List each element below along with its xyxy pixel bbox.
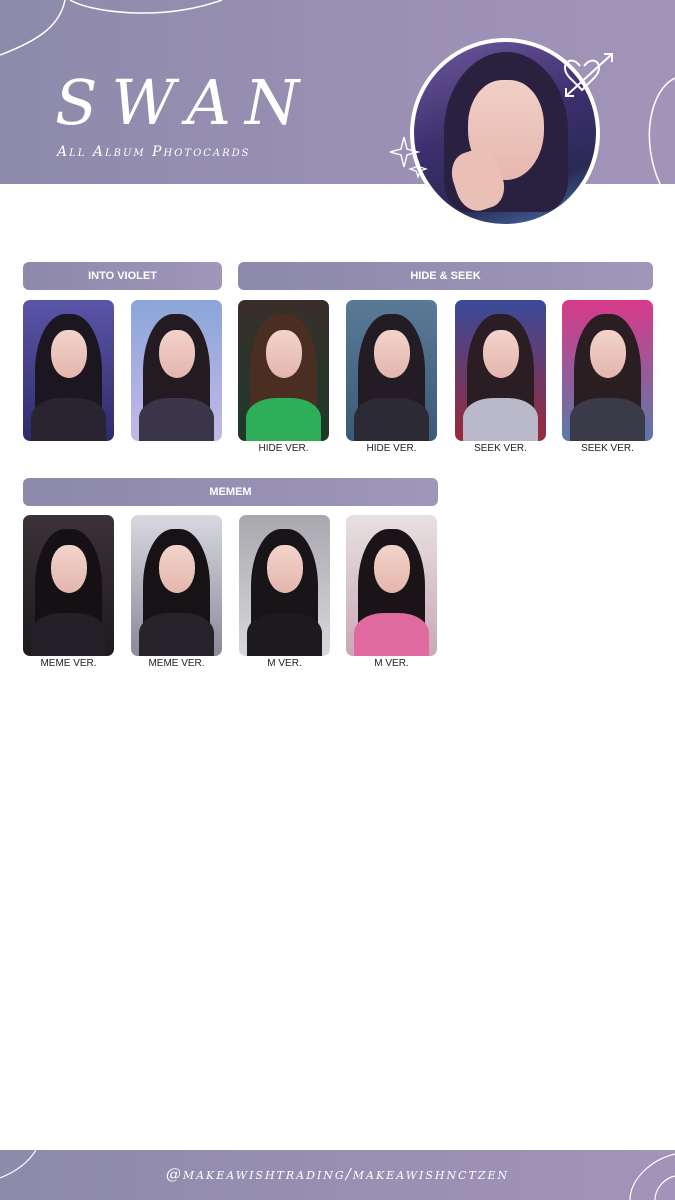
photocard <box>346 515 437 656</box>
photocard-caption: MEME VER. <box>148 658 205 669</box>
photocard-caption: MEME VER. <box>40 658 97 669</box>
photocard-caption: HIDE VER. <box>258 443 309 454</box>
photocard <box>562 300 653 441</box>
section-hide-seek: HIDE & SEEK <box>238 262 653 290</box>
page-subtitle: All Album Photocards <box>57 144 251 160</box>
section-into-violet: INTO VIOLET <box>23 262 222 290</box>
heart-arrow-icon <box>564 53 613 97</box>
sparkle-icon <box>390 136 428 179</box>
photocard-caption: M VER. <box>267 658 302 669</box>
photocard-caption: M VER. <box>374 658 409 669</box>
section-memem: MEMEM <box>23 478 438 506</box>
photocard <box>239 515 330 656</box>
photocard-caption: SEEK VER. <box>581 443 634 454</box>
photocard <box>238 300 329 441</box>
photocard <box>23 515 114 656</box>
photocard-caption: HIDE VER. <box>366 443 417 454</box>
photocard-caption: SEEK VER. <box>474 443 527 454</box>
photocard <box>131 515 222 656</box>
photocard <box>131 300 222 441</box>
page-title: SWAN <box>55 66 314 139</box>
footer-handle: @makeawishtrading/makeawishnctzen <box>165 1165 510 1183</box>
footer-banner: @makeawishtrading/makeawishnctzen <box>0 1150 675 1200</box>
photocard <box>23 300 114 441</box>
photocard <box>455 300 546 441</box>
photocard <box>346 300 437 441</box>
